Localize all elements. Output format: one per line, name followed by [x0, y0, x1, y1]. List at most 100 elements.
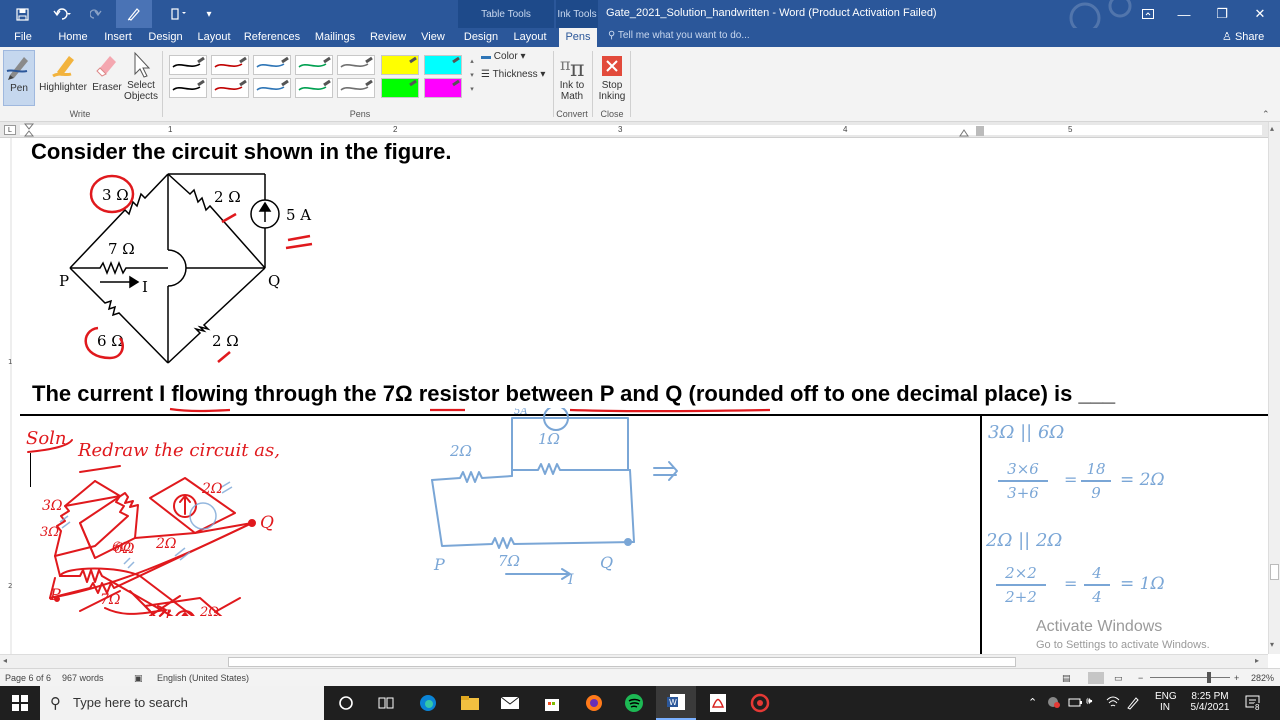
printed-label-2ohm-bottom: 2 Ω	[212, 332, 239, 350]
tab-table-layout[interactable]: Layout	[508, 28, 552, 47]
mail-icon[interactable]	[490, 686, 530, 720]
tab-selector-icon[interactable]: L	[4, 125, 16, 135]
pen-swatch-red[interactable]	[211, 55, 249, 75]
eraser-button[interactable]: Eraser	[91, 50, 123, 93]
select-objects-button[interactable]: Select Objects	[123, 50, 159, 102]
file-explorer-icon[interactable]	[450, 686, 490, 720]
column-marker[interactable]	[958, 124, 988, 137]
pen-swatch-blue[interactable]	[253, 55, 291, 75]
close-group-label: Close	[600, 109, 624, 119]
highlighter-swatch-green[interactable]	[381, 78, 419, 98]
word-window: ▾ Table Tools Ink Tools Gate_2021_Soluti…	[0, 0, 1280, 720]
volume-icon[interactable]: 🕪	[1086, 696, 1092, 707]
print-layout-icon[interactable]	[1088, 672, 1104, 684]
highlighter-swatch-yellow[interactable]	[381, 55, 419, 75]
close-button[interactable]: ✕	[1240, 0, 1280, 28]
zoom-slider-track[interactable]	[1150, 677, 1230, 678]
pen-swatch-black[interactable]	[169, 55, 207, 75]
pen-swatch-gray[interactable]	[337, 55, 375, 75]
word-taskbar-icon[interactable]: W	[656, 686, 696, 720]
screen-recorder-icon[interactable]	[740, 686, 780, 720]
undo-icon[interactable]	[46, 0, 78, 28]
tab-references[interactable]: References	[241, 28, 303, 47]
tab-mailings[interactable]: Mailings	[307, 28, 363, 47]
zoom-out-icon[interactable]: −	[1138, 673, 1143, 683]
start-button[interactable]	[0, 686, 40, 720]
redo-icon[interactable]	[84, 0, 108, 28]
red-redraw-network: 3Ω 6Ω 2Ω 2Ω P Q 7Ω I	[42, 477, 274, 618]
pen-button[interactable]: Pen	[3, 50, 35, 106]
wifi-icon[interactable]	[1106, 696, 1120, 711]
share-button[interactable]: ♙ Share	[1222, 30, 1264, 43]
vertical-scroll-thumb[interactable]	[1270, 564, 1279, 580]
ribbon-display-options-icon[interactable]	[1128, 0, 1168, 28]
web-layout-icon[interactable]: ▭	[1114, 673, 1123, 684]
scroll-down-icon[interactable]: ▾	[1270, 640, 1274, 649]
highlighter-swatch-magenta[interactable]	[424, 78, 462, 98]
horizontal-ruler[interactable]: L 1 2 3 4 5	[0, 122, 1280, 138]
horizontal-scrollbar[interactable]: ◂ ▸	[0, 654, 1268, 668]
clock[interactable]: 8:25 PM 5/4/2021	[1184, 691, 1236, 713]
pen-icon	[6, 57, 28, 80]
taskbar-search[interactable]: ⚲ Type here to search	[40, 686, 324, 720]
language-status[interactable]: English (United States)	[157, 673, 249, 683]
tab-layout[interactable]: Layout	[192, 28, 236, 47]
highlighter-button[interactable]: Highlighter	[36, 50, 90, 93]
draw-touch-icon[interactable]	[116, 0, 152, 28]
scroll-right-icon[interactable]: ▸	[1255, 656, 1259, 665]
proofing-icon[interactable]: ▣	[134, 673, 143, 684]
scroll-left-icon[interactable]: ◂	[3, 656, 7, 665]
input-language[interactable]: ENG IN	[1155, 691, 1177, 713]
thickness-button[interactable]: ☰ Thickness ▾	[481, 69, 545, 80]
tab-insert[interactable]: Insert	[98, 28, 138, 47]
tab-file[interactable]: File	[0, 28, 46, 47]
pen-swatch-blue-2[interactable]	[253, 78, 291, 98]
task-view-icon[interactable]	[366, 686, 406, 720]
edge-icon[interactable]	[408, 686, 448, 720]
pen-swatch-gray-2[interactable]	[337, 78, 375, 98]
vertical-scrollbar[interactable]: ▴ ▾	[1268, 122, 1280, 654]
scroll-up-icon[interactable]: ▴	[1270, 124, 1274, 133]
tab-design[interactable]: Design	[143, 28, 188, 47]
save-icon[interactable]	[8, 0, 36, 28]
touch-mode-icon[interactable]	[160, 0, 196, 28]
pen-swatch-green-2[interactable]	[295, 78, 333, 98]
tab-table-design[interactable]: Design	[459, 28, 503, 47]
word-count[interactable]: 967 words	[62, 673, 104, 683]
collapse-ribbon-icon[interactable]: ⌃	[1262, 109, 1270, 120]
zoom-slider-thumb[interactable]	[1207, 672, 1211, 683]
zoom-in-icon[interactable]: +	[1234, 673, 1239, 683]
pen-swatch-red-2[interactable]	[211, 78, 249, 98]
show-hidden-icons[interactable]: ⌃	[1028, 696, 1037, 709]
pen-stroke-icon	[214, 79, 247, 91]
cortana-icon[interactable]	[326, 686, 366, 720]
stop-inking-button[interactable]: Stop Inking	[596, 50, 628, 102]
store-icon[interactable]	[532, 686, 572, 720]
ink-to-math-button[interactable]: ππ Ink to Math	[556, 50, 588, 102]
read-mode-icon[interactable]: ▤	[1062, 673, 1071, 684]
zoom-level[interactable]: 282%	[1251, 673, 1274, 683]
acrobat-icon[interactable]	[698, 686, 738, 720]
tab-view[interactable]: View	[414, 28, 452, 47]
pen-workspace-icon[interactable]	[1126, 696, 1140, 713]
minimize-button[interactable]: —	[1164, 0, 1204, 28]
document-canvas[interactable]: 1 2 Consider the circuit shown in the fi…	[0, 138, 1268, 654]
tab-review[interactable]: Review	[366, 28, 410, 47]
spotify-icon[interactable]	[614, 686, 654, 720]
battery-icon[interactable]	[1068, 696, 1082, 711]
tab-home[interactable]: Home	[50, 28, 96, 47]
restore-button[interactable]: ❐	[1202, 0, 1242, 28]
horizontal-scroll-thumb[interactable]	[228, 657, 1016, 667]
color-button[interactable]: ▬ Color ▾	[481, 51, 526, 62]
tell-me-search[interactable]: ⚲ Tell me what you want to do...	[608, 30, 750, 41]
network-error-icon[interactable]	[1046, 696, 1060, 711]
firefox-icon[interactable]	[574, 686, 614, 720]
tab-pens[interactable]: Pens	[559, 28, 597, 47]
notification-center-icon[interactable]: 8	[1244, 694, 1262, 715]
customize-qat-icon[interactable]: ▾	[200, 0, 218, 28]
pen-swatch-green[interactable]	[295, 55, 333, 75]
page-count[interactable]: Page 6 of 6	[5, 673, 51, 683]
gallery-scroll[interactable]: ▴ ▾ ▾	[467, 55, 477, 99]
highlighter-swatch-cyan[interactable]	[424, 55, 462, 75]
pen-swatch-black-2[interactable]	[169, 78, 207, 98]
